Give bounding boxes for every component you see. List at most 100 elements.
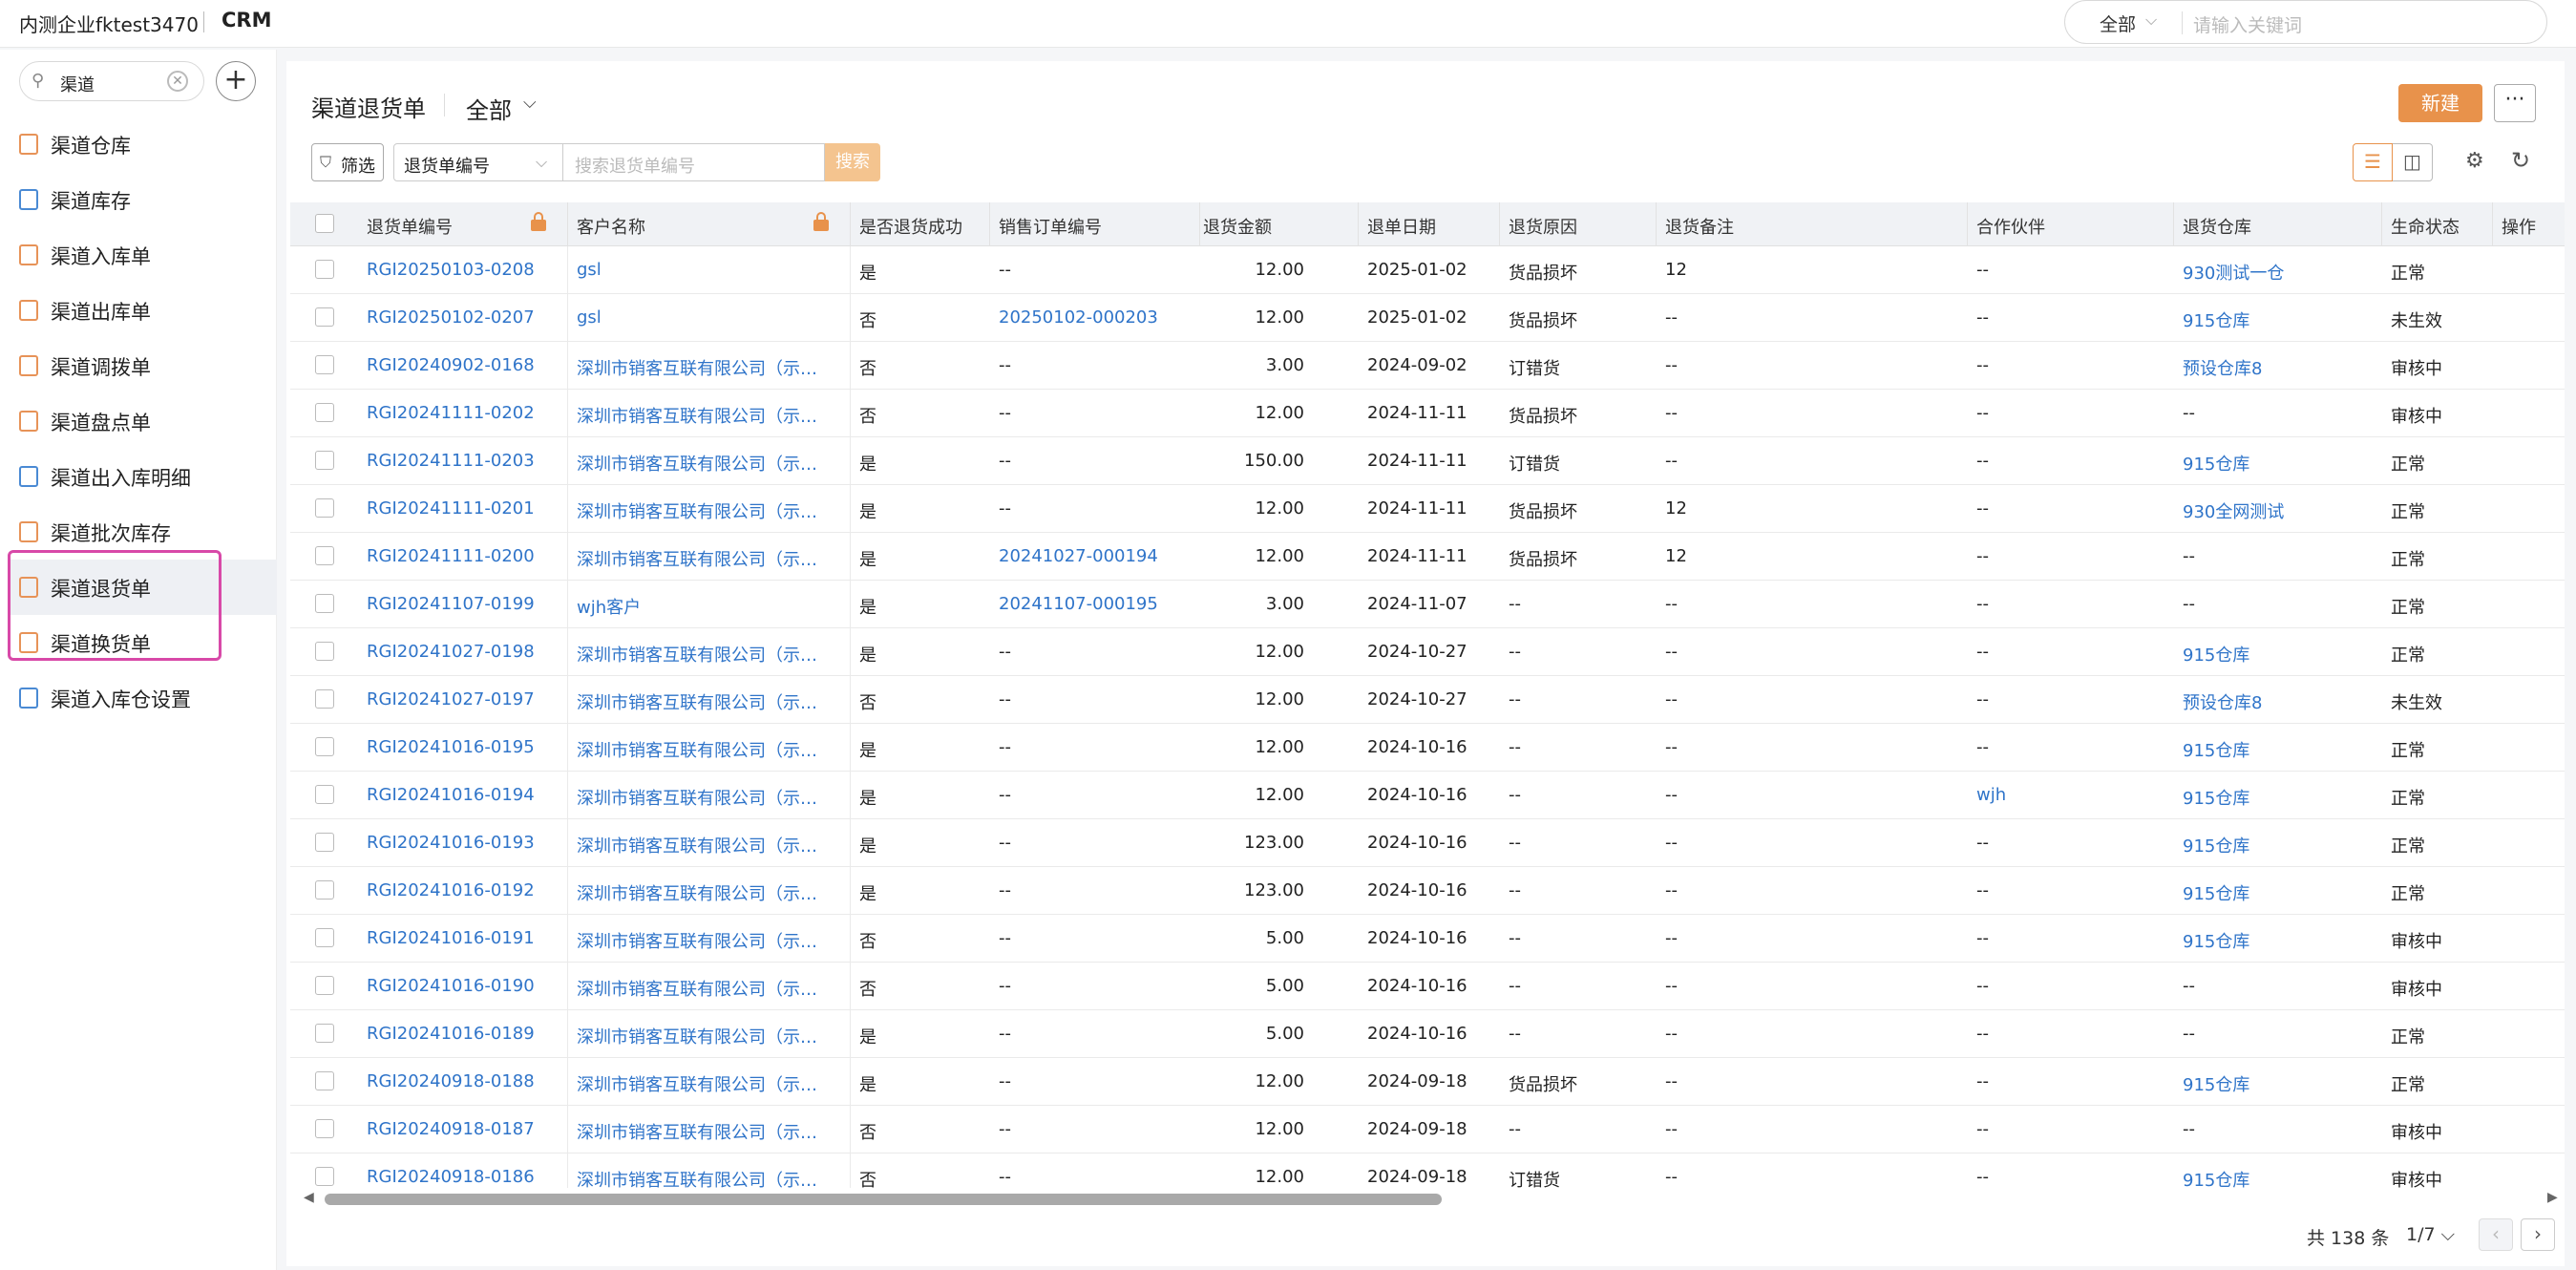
column-divider[interactable]: [1656, 202, 1657, 246]
table-cell[interactable]: 预设仓库8: [2183, 355, 2374, 380]
table-cell[interactable]: 915仓库: [2183, 785, 2374, 810]
table-row[interactable]: RGI20241027-0198 深圳市销客互联有限公司（示例数据） 是 -- 12.0…: [290, 628, 2565, 676]
row-checkbox[interactable]: [315, 1119, 334, 1138]
table-cell[interactable]: 深圳市销客互联有限公司（示例数据）: [577, 976, 833, 1001]
table-cell[interactable]: RGI20241016-0192: [367, 880, 558, 900]
row-checkbox[interactable]: [315, 928, 334, 947]
table-cell[interactable]: gsl: [577, 260, 833, 280]
table-row[interactable]: RGI20241111-0201 深圳市销客互联有限公司（示例数据） 是 -- 12.0…: [290, 485, 2565, 533]
table-row[interactable]: RGI20240918-0187 深圳市销客互联有限公司（示例数据） 否 -- 12.0…: [290, 1106, 2565, 1154]
column-divider[interactable]: [989, 202, 990, 246]
sidebar-item[interactable]: 渠道调拨单: [8, 338, 277, 393]
horizontal-scrollbar[interactable]: ◀ ▶: [290, 1188, 2565, 1209]
column-divider[interactable]: [1967, 202, 1968, 246]
row-checkbox[interactable]: [315, 307, 334, 327]
search-scope-select[interactable]: 全部: [2100, 11, 2136, 36]
add-menu-button[interactable]: +: [216, 61, 256, 101]
table-cell[interactable]: 20241027-000194: [999, 546, 1190, 566]
table-cell[interactable]: 20250102-000203: [999, 307, 1190, 328]
sidebar-item[interactable]: 渠道出入库明细: [8, 449, 277, 504]
app-name[interactable]: CRM: [222, 9, 271, 32]
sidebar-item[interactable]: 渠道库存: [8, 172, 277, 227]
column-header[interactable]: 退货金额: [1203, 214, 1272, 239]
sidebar-item[interactable]: 渠道入库单: [8, 227, 277, 283]
column-header[interactable]: 退货仓库: [2183, 214, 2251, 239]
table-cell[interactable]: 深圳市销客互联有限公司（示例数据）: [577, 1119, 833, 1144]
table-cell[interactable]: 深圳市销客互联有限公司（示例数据）: [577, 451, 833, 476]
scroll-right-icon[interactable]: ▶: [2547, 1190, 2558, 1205]
sidebar-item[interactable]: 渠道仓库: [8, 116, 277, 172]
table-row[interactable]: RGI20241111-0203 深圳市销客互联有限公司（示例数据） 是 -- 150.…: [290, 437, 2565, 485]
table-row[interactable]: RGI20241027-0197 深圳市销客互联有限公司（示例数据） 否 -- 12.0…: [290, 676, 2565, 724]
table-cell[interactable]: wjh: [1976, 785, 2110, 805]
table-row[interactable]: RGI20250102-0207 gsl 否 20250102-000203 12.00…: [290, 294, 2565, 342]
row-checkbox[interactable]: [315, 689, 334, 709]
page-select[interactable]: 1/7 ⌵: [2406, 1224, 2455, 1245]
row-checkbox[interactable]: [315, 594, 334, 613]
chevron-down-icon[interactable]: ⌵: [523, 93, 537, 113]
table-row[interactable]: RGI20241016-0192 深圳市销客互联有限公司（示例数据） 是 -- 123.…: [290, 867, 2565, 915]
column-header[interactable]: 退单日期: [1367, 214, 1436, 239]
next-page-button[interactable]: ›: [2521, 1218, 2555, 1251]
column-divider[interactable]: [567, 202, 568, 246]
table-row[interactable]: RGI20241016-0195 深圳市销客互联有限公司（示例数据） 是 -- 12.0…: [290, 724, 2565, 772]
row-checkbox[interactable]: [315, 785, 334, 804]
table-row[interactable]: RGI20241016-0191 深圳市销客互联有限公司（示例数据） 否 -- 5.00…: [290, 915, 2565, 963]
table-cell[interactable]: 915仓库: [2183, 833, 2374, 857]
sidebar-item[interactable]: 渠道入库仓设置: [8, 670, 277, 726]
column-divider[interactable]: [1199, 202, 1200, 246]
more-button[interactable]: ···: [2494, 84, 2536, 122]
table-cell[interactable]: 深圳市销客互联有限公司（示例数据）: [577, 785, 833, 810]
table-cell[interactable]: RGI20241107-0199: [367, 594, 558, 614]
filter-button[interactable]: ⛉ 筛选: [311, 143, 384, 181]
row-checkbox[interactable]: [315, 546, 334, 565]
prev-page-button[interactable]: ‹: [2479, 1218, 2513, 1251]
table-row[interactable]: RGI20241016-0190 深圳市销客互联有限公司（示例数据） 否 -- 5.00…: [290, 963, 2565, 1010]
row-checkbox[interactable]: [315, 1024, 334, 1043]
table-cell[interactable]: 915仓库: [2183, 880, 2374, 905]
split-view-icon[interactable]: ◫: [2393, 143, 2433, 181]
view-select[interactable]: 全部: [466, 92, 512, 125]
column-header[interactable]: 操作: [2502, 214, 2536, 239]
column-divider[interactable]: [1358, 202, 1359, 246]
scrollbar-thumb[interactable]: [325, 1194, 1442, 1205]
column-header[interactable]: 合作伙伴: [1976, 214, 2045, 239]
table-cell[interactable]: 深圳市销客互联有限公司（示例数据）: [577, 642, 833, 667]
column-header[interactable]: 是否退货成功: [859, 214, 962, 239]
scroll-left-icon[interactable]: ◀: [304, 1190, 314, 1205]
column-header[interactable]: 退货单编号: [367, 214, 453, 239]
row-checkbox[interactable]: [315, 1071, 334, 1090]
table-cell[interactable]: 915仓库: [2183, 737, 2374, 762]
table-cell[interactable]: RGI20241111-0200: [367, 546, 558, 566]
table-cell[interactable]: 915仓库: [2183, 928, 2374, 953]
table-cell[interactable]: 深圳市销客互联有限公司（示例数据）: [577, 403, 833, 428]
table-row[interactable]: RGI20241111-0200 深圳市销客互联有限公司（示例数据） 是 202410…: [290, 533, 2565, 581]
column-header[interactable]: 退货原因: [1509, 214, 1577, 239]
sidebar-item[interactable]: 渠道盘点单: [8, 393, 277, 449]
table-cell[interactable]: RGI20241027-0198: [367, 642, 558, 662]
sidebar-item[interactable]: 渠道出库单: [8, 283, 277, 338]
table-row[interactable]: RGI20250103-0208 gsl 是 -- 12.00 2025-01-02 货品损…: [290, 246, 2565, 294]
search-button[interactable]: 搜索: [825, 143, 880, 181]
table-cell[interactable]: RGI20250103-0208: [367, 260, 558, 280]
table-cell[interactable]: RGI20240918-0187: [367, 1119, 558, 1139]
table-cell[interactable]: 20241107-000195: [999, 594, 1190, 614]
table-cell[interactable]: 深圳市销客互联有限公司（示例数据）: [577, 737, 833, 762]
table-row[interactable]: RGI20241107-0199 wjh客户 是 20241107-000195 3.0…: [290, 581, 2565, 628]
table-cell[interactable]: RGI20241016-0193: [367, 833, 558, 853]
table-cell[interactable]: 深圳市销客互联有限公司（示例数据）: [577, 498, 833, 523]
sidebar-search-input[interactable]: ⚲ 渠道 ✕: [19, 61, 204, 101]
row-checkbox[interactable]: [315, 976, 334, 995]
table-cell[interactable]: gsl: [577, 307, 833, 328]
table-cell[interactable]: RGI20241016-0194: [367, 785, 558, 805]
table-cell[interactable]: 深圳市销客互联有限公司（示例数据）: [577, 355, 833, 380]
table-cell[interactable]: 深圳市销客互联有限公司（示例数据）: [577, 1024, 833, 1048]
table-cell[interactable]: 930全网测试: [2183, 498, 2374, 523]
row-checkbox[interactable]: [315, 355, 334, 374]
global-search[interactable]: 全部 ⌵ 请输入关键词: [2064, 0, 2547, 44]
table-cell[interactable]: wjh客户: [577, 594, 833, 619]
record-search-input[interactable]: 搜索退货单编号: [563, 143, 825, 181]
table-cell[interactable]: RGI20241111-0201: [367, 498, 558, 519]
column-divider[interactable]: [2173, 202, 2174, 246]
column-divider[interactable]: [850, 202, 851, 246]
